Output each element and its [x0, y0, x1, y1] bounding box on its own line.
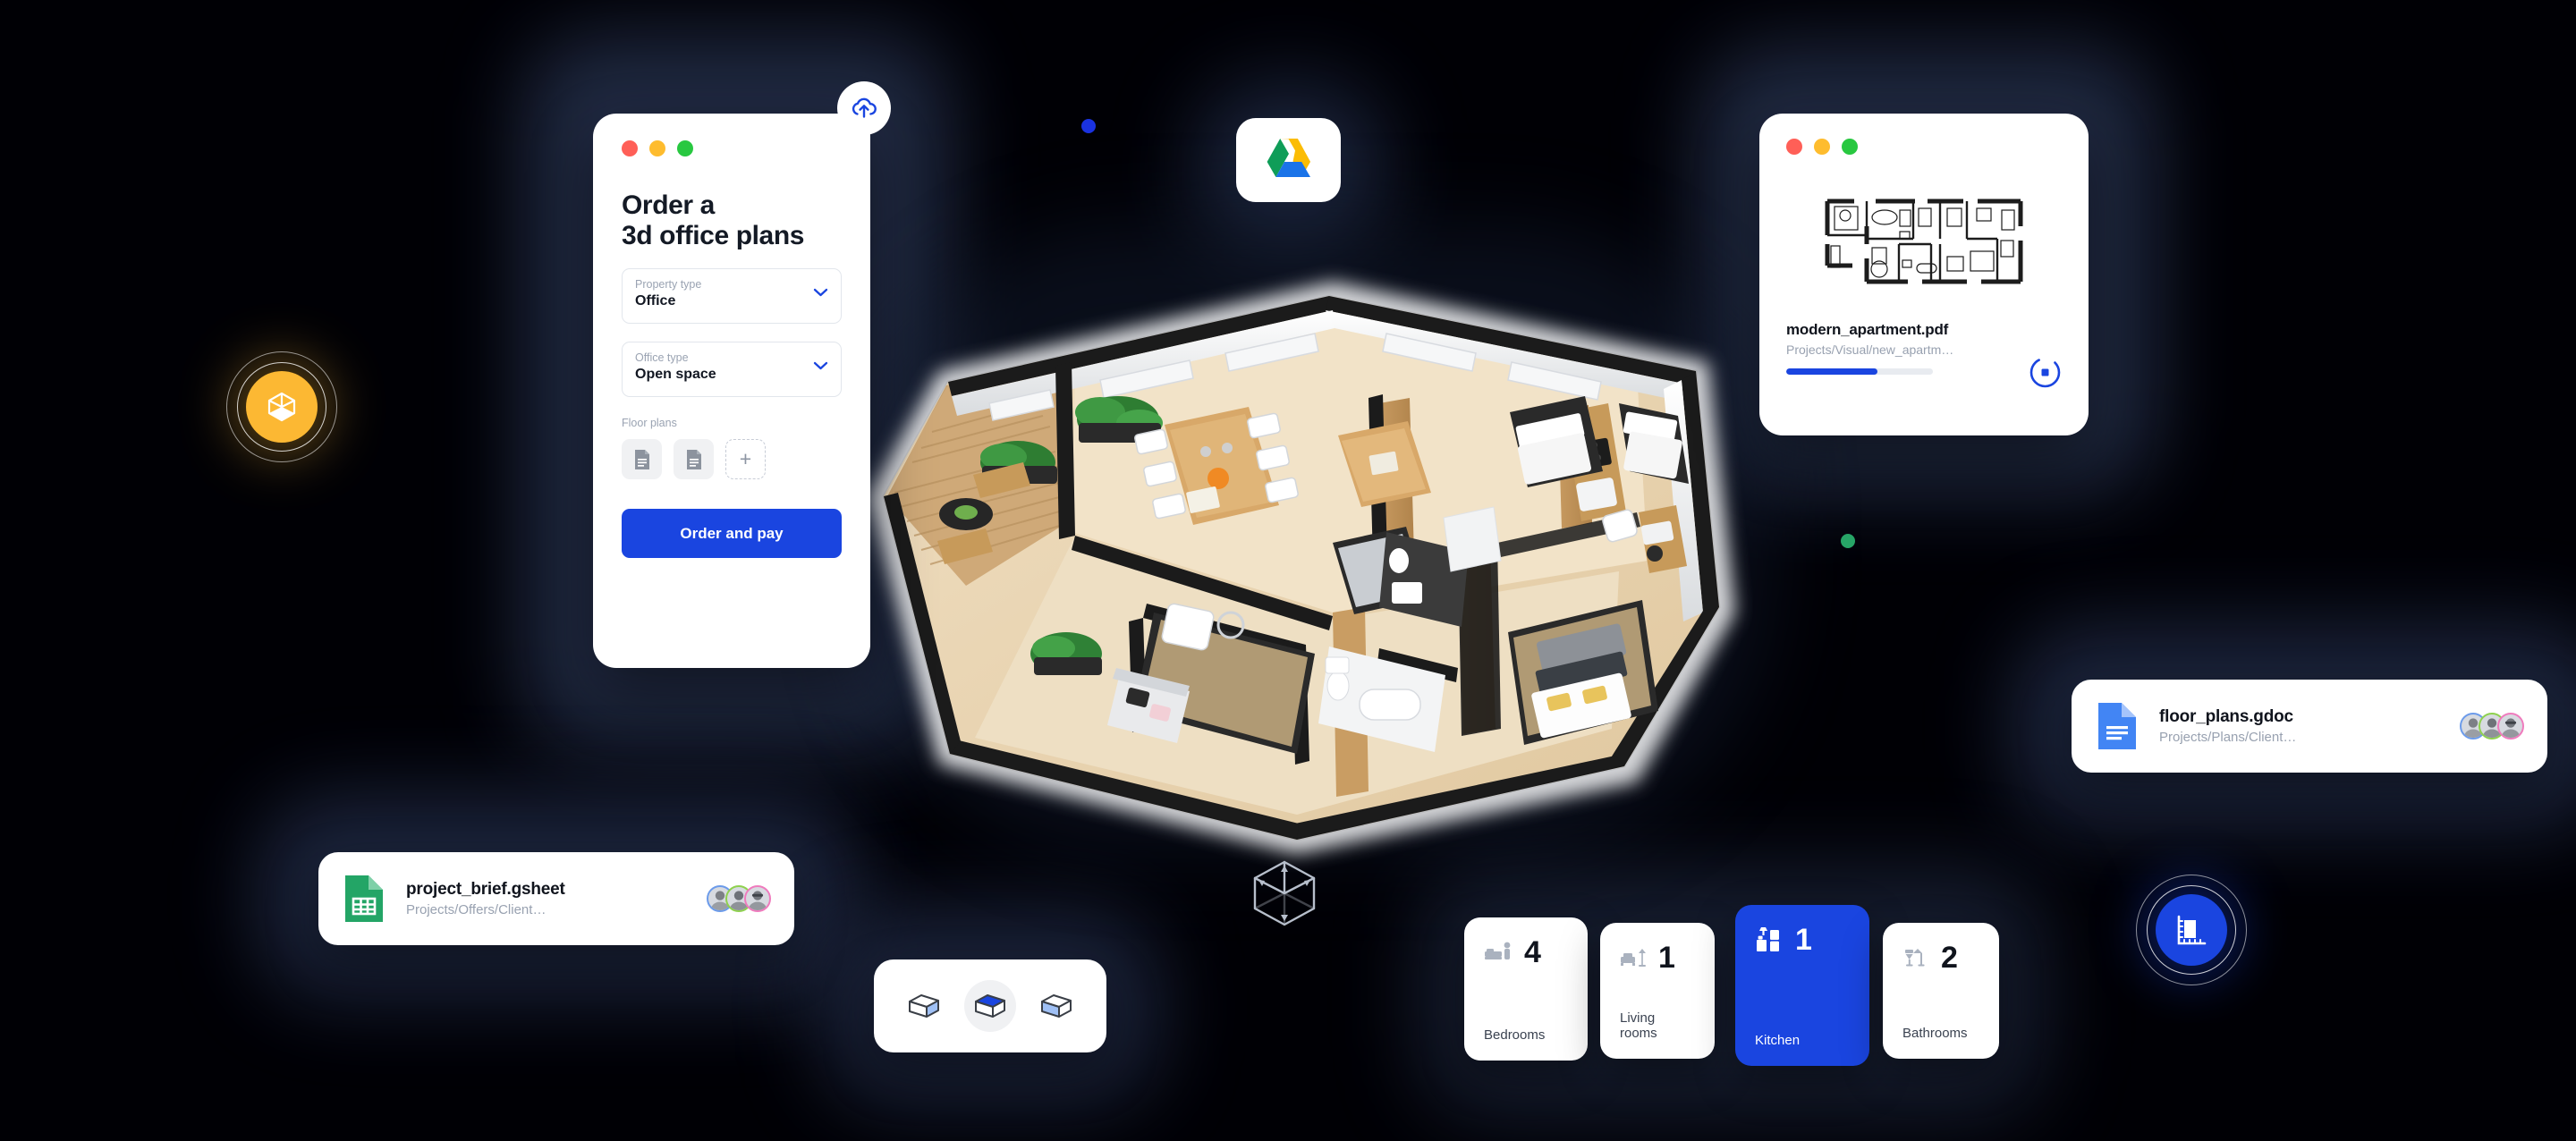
- stat-card-living-rooms[interactable]: 1 Living rooms: [1600, 923, 1715, 1059]
- cube-side-icon: [909, 994, 939, 1018]
- window-controls: [1786, 139, 2062, 155]
- document-icon: [686, 449, 701, 469]
- round-icon-3d-cube[interactable]: [226, 351, 337, 462]
- property-type-select[interactable]: Property type Office: [622, 268, 842, 325]
- window-maximize-dot[interactable]: [677, 140, 693, 156]
- property-type-value: Office: [635, 293, 676, 309]
- stat-value: 4: [1524, 935, 1541, 969]
- stop-upload-button[interactable]: [2029, 356, 2062, 389]
- google-drive-icon: [1267, 139, 1310, 177]
- canvas: Order a 3d office plans Property type Of…: [0, 0, 2576, 1141]
- upload-progress-fill: [1786, 368, 1877, 375]
- file-pill-gsheet[interactable]: project_brief.gsheet Projects/Offers/Cli…: [318, 852, 794, 945]
- axis-cube-icon[interactable]: [1246, 855, 1323, 932]
- order-card[interactable]: Order a 3d office plans Property type Of…: [593, 114, 870, 668]
- window-minimize-dot[interactable]: [1814, 139, 1830, 155]
- stat-label: Kitchen: [1755, 1033, 1801, 1048]
- stat-card-bedrooms[interactable]: 4 Bedrooms: [1464, 917, 1588, 1061]
- chevron-down-icon[interactable]: [813, 288, 828, 297]
- property-type-label: Property type: [635, 278, 702, 292]
- order-title-line2: 3d office plans: [622, 220, 805, 250]
- pdf-file-name: modern_apartment.pdf: [1786, 321, 1949, 338]
- sofa-lamp-icon: [1621, 949, 1646, 967]
- file-path: Projects/Plans/Client…: [2159, 730, 2297, 745]
- inner-ring: [237, 362, 326, 452]
- floor-plans-thumbs: +: [622, 439, 842, 480]
- avatar[interactable]: [744, 885, 771, 912]
- upload-progress-bar: [1786, 368, 1933, 375]
- floor-plans-label: Floor plans: [622, 417, 677, 430]
- avatar-group[interactable]: [707, 885, 771, 912]
- dot-green: [1841, 534, 1855, 548]
- round-icon-measure[interactable]: [2136, 875, 2247, 985]
- google-docs-icon: [2098, 703, 2136, 749]
- order-and-pay-button[interactable]: Order and pay: [622, 509, 842, 559]
- cloud-upload-icon: [852, 97, 877, 118]
- cube-front-icon: [1041, 994, 1072, 1018]
- stat-label: Living rooms: [1620, 1010, 1657, 1041]
- window-controls: [622, 140, 842, 156]
- window-minimize-dot[interactable]: [649, 140, 665, 156]
- office-type-value: Open space: [635, 367, 716, 383]
- avatar-group[interactable]: [2460, 713, 2524, 740]
- floor-plan-thumb-2[interactable]: [674, 439, 714, 480]
- dot-blue: [1081, 119, 1096, 133]
- stat-card-kitchen[interactable]: 1 Kitchen: [1735, 905, 1869, 1066]
- window-maximize-dot[interactable]: [1842, 139, 1858, 155]
- inner-ring: [2147, 885, 2236, 975]
- stat-value: 2: [1941, 941, 1958, 975]
- plus-icon: +: [739, 447, 752, 471]
- view-mode-toggle[interactable]: [874, 959, 1106, 1052]
- stat-value: 1: [1658, 941, 1675, 975]
- pdf-preview-card[interactable]: modern_apartment.pdf Projects/Visual/new…: [1759, 114, 2089, 435]
- bathroom-icon: [1905, 949, 1925, 967]
- file-pill-gdoc[interactable]: floor_plans.gdoc Projects/Plans/Client…: [2072, 680, 2547, 773]
- floorplan-render[interactable]: [832, 228, 1780, 881]
- stat-label: Bathrooms: [1902, 1026, 1968, 1041]
- order-card-title: Order a 3d office plans: [622, 190, 842, 250]
- order-title-line1: Order a: [622, 190, 715, 220]
- upload-badge[interactable]: [837, 81, 891, 135]
- google-sheets-icon: [345, 875, 383, 922]
- view-3d-front-button[interactable]: [1030, 980, 1082, 1032]
- stat-card-bathrooms[interactable]: 2 Bathrooms: [1883, 923, 1999, 1059]
- bed-icon: [1485, 942, 1511, 959]
- document-icon: [634, 449, 649, 469]
- pdf-file-path: Projects/Visual/new_apartm…: [1786, 342, 1954, 357]
- stat-label: Bedrooms: [1484, 1027, 1546, 1043]
- view-3d-side-button[interactable]: [898, 980, 950, 1032]
- office-type-select[interactable]: Office type Open space: [622, 342, 842, 398]
- window-close-dot[interactable]: [622, 140, 638, 156]
- window-close-dot[interactable]: [1786, 139, 1802, 155]
- file-path: Projects/Offers/Client…: [406, 902, 547, 917]
- file-name: floor_plans.gdoc: [2159, 707, 2293, 726]
- file-name: project_brief.gsheet: [406, 880, 565, 899]
- blueprint-preview: [1813, 189, 2035, 294]
- floor-plan-thumb-1[interactable]: [622, 439, 662, 480]
- chevron-down-icon[interactable]: [813, 361, 828, 370]
- kitchen-icon: [1757, 927, 1779, 951]
- office-type-label: Office type: [635, 351, 689, 365]
- stat-value: 1: [1795, 923, 1812, 957]
- view-3d-top-button[interactable]: [964, 980, 1016, 1032]
- google-drive-badge[interactable]: [1236, 118, 1341, 202]
- avatar[interactable]: [2497, 713, 2524, 740]
- add-floor-plan-button[interactable]: +: [725, 439, 766, 480]
- cube-top-icon: [975, 994, 1005, 1018]
